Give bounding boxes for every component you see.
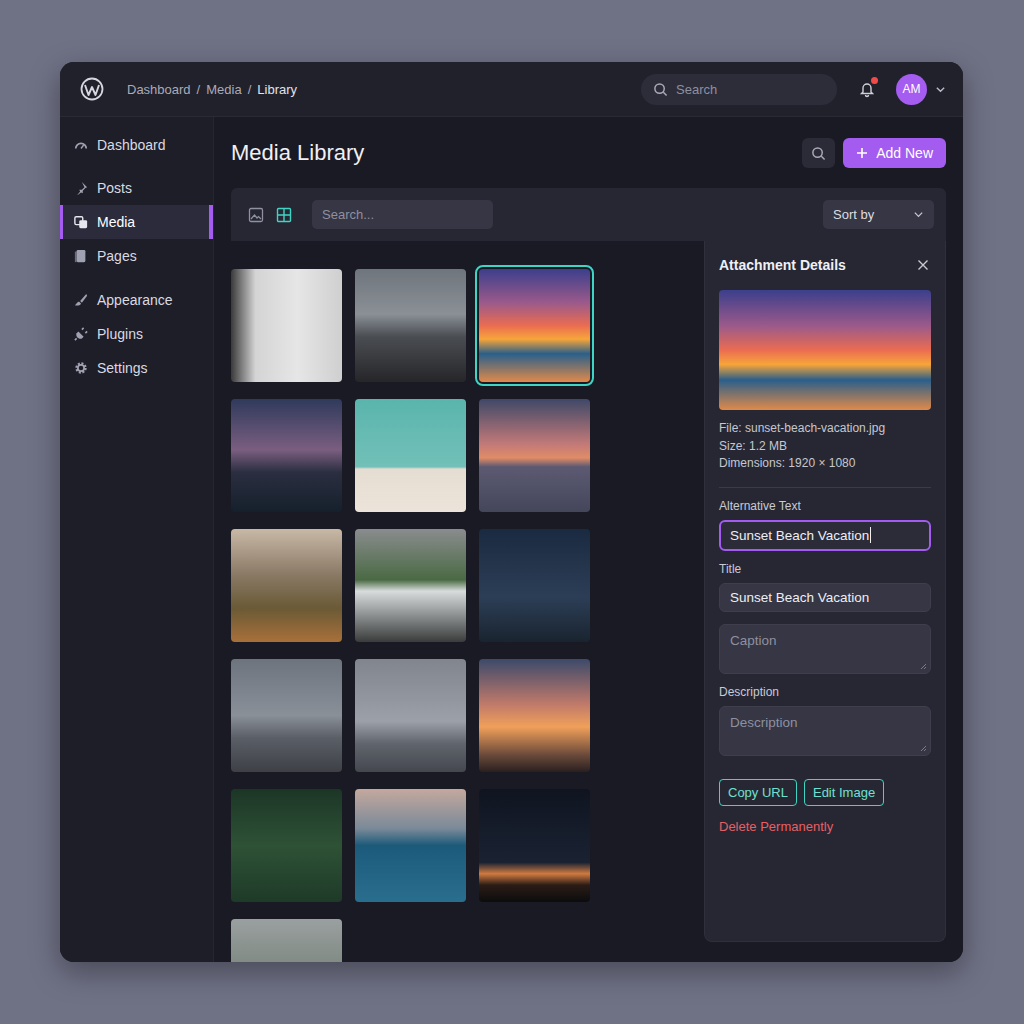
pin-icon bbox=[74, 181, 88, 195]
media-item[interactable] bbox=[231, 529, 342, 642]
plus-icon bbox=[856, 147, 868, 159]
breadcrumb: Dashboard / Media / Library bbox=[127, 82, 297, 97]
text-field[interactable]: Sunset Beach Vacation bbox=[719, 520, 931, 551]
media-search-input[interactable]: Search... bbox=[312, 200, 493, 229]
search-icon bbox=[653, 82, 668, 97]
search-button[interactable] bbox=[802, 138, 835, 168]
page-header: Media Library Add New bbox=[231, 138, 946, 168]
breadcrumb-item[interactable]: Dashboard bbox=[127, 82, 191, 97]
toolbar: Search... Sort by bbox=[231, 188, 946, 241]
sidebar-group: Posts Media Pages bbox=[60, 171, 213, 273]
wordpress-logo-icon[interactable] bbox=[80, 77, 104, 101]
gear-icon bbox=[74, 361, 88, 375]
sidebar-item[interactable]: Appearance bbox=[60, 283, 213, 317]
media-item[interactable] bbox=[479, 789, 590, 902]
sidebar-item[interactable]: Pages bbox=[60, 239, 213, 273]
text-caret bbox=[870, 527, 871, 543]
notifications-button[interactable] bbox=[859, 80, 875, 98]
media-item[interactable] bbox=[479, 529, 590, 642]
textarea-field[interactable]: Caption bbox=[719, 624, 931, 674]
sort-dropdown[interactable]: Sort by bbox=[823, 200, 934, 229]
media-item[interactable] bbox=[231, 269, 342, 382]
divider bbox=[719, 487, 931, 488]
text-field[interactable]: Sunset Beach Vacation bbox=[719, 583, 931, 612]
breadcrumb-item[interactable]: Media bbox=[206, 82, 241, 97]
grid-icon bbox=[276, 207, 292, 223]
media-item[interactable] bbox=[479, 399, 590, 512]
breadcrumb-separator: / bbox=[248, 82, 252, 97]
field-label: Title bbox=[719, 561, 931, 577]
sidebar-group: Appearance Plugins Settings bbox=[60, 283, 213, 385]
desktop: Dashboard / Media / Library Search AM Dash… bbox=[0, 0, 1024, 1024]
sidebar-item[interactable]: Media bbox=[60, 205, 213, 239]
media-item[interactable] bbox=[231, 789, 342, 902]
chevron-down-icon[interactable] bbox=[935, 84, 946, 95]
search-icon bbox=[811, 146, 826, 161]
user-avatar[interactable]: AM bbox=[896, 74, 927, 105]
media-item[interactable] bbox=[355, 659, 466, 772]
media-item[interactable] bbox=[231, 399, 342, 512]
field-label: Alternative Text bbox=[719, 498, 931, 514]
image-icon bbox=[248, 207, 264, 223]
sidebar: Dashboard Posts Media Pages Appearance P… bbox=[60, 117, 214, 962]
resize-grip-icon[interactable] bbox=[919, 662, 927, 670]
media-item[interactable] bbox=[355, 529, 466, 642]
top-bar: Dashboard / Media / Library Search AM bbox=[60, 62, 963, 117]
add-new-button[interactable]: Add New bbox=[843, 138, 946, 168]
attachment-details-panel: Attachment Details File: sunset-beach-va… bbox=[704, 241, 946, 942]
sidebar-item[interactable]: Plugins bbox=[60, 317, 213, 351]
sidebar-item[interactable]: Settings bbox=[60, 351, 213, 385]
media-grid bbox=[231, 269, 692, 962]
close-icon[interactable] bbox=[917, 259, 929, 271]
attachment-preview bbox=[719, 290, 931, 410]
breadcrumb-separator: / bbox=[197, 82, 201, 97]
media-item[interactable] bbox=[355, 269, 466, 382]
action-button[interactable]: Copy URL bbox=[719, 779, 797, 806]
resize-grip-icon[interactable] bbox=[919, 744, 927, 752]
file-info: File: sunset-beach-vacation.jpgSize: 1.2… bbox=[719, 420, 931, 473]
global-search[interactable]: Search bbox=[641, 74, 837, 105]
unread-badge bbox=[871, 77, 878, 84]
media-item[interactable] bbox=[355, 789, 466, 902]
dashboard-icon bbox=[74, 138, 88, 152]
media-item[interactable] bbox=[231, 919, 342, 962]
grid-view-button[interactable] bbox=[274, 205, 294, 225]
page-title: Media Library bbox=[231, 140, 364, 166]
media-library: Media Library Add New Search... Sort by … bbox=[214, 117, 963, 962]
media-item[interactable] bbox=[355, 399, 466, 512]
file-info-line: File: sunset-beach-vacation.jpg bbox=[719, 420, 931, 438]
field-label: Description bbox=[719, 684, 931, 700]
file-info-line: Dimensions: 1920 × 1080 bbox=[719, 455, 931, 473]
chevron-down-icon bbox=[913, 209, 924, 220]
sidebar-group: Dashboard bbox=[60, 128, 213, 162]
sidebar-item[interactable]: Posts bbox=[60, 171, 213, 205]
list-view-button[interactable] bbox=[246, 205, 266, 225]
plug-icon bbox=[74, 327, 88, 341]
breadcrumb-item[interactable]: Library bbox=[257, 82, 297, 97]
file-info-line: Size: 1.2 MB bbox=[719, 438, 931, 456]
pages-icon bbox=[74, 249, 88, 263]
delete-permanently-link[interactable]: Delete Permanently bbox=[719, 819, 931, 835]
panel-title: Attachment Details bbox=[719, 257, 846, 273]
brush-icon bbox=[74, 293, 88, 307]
sidebar-item[interactable]: Dashboard bbox=[60, 128, 213, 162]
media-icon bbox=[74, 215, 88, 229]
media-item[interactable] bbox=[231, 659, 342, 772]
media-item[interactable] bbox=[479, 659, 590, 772]
textarea-field[interactable]: Description bbox=[719, 706, 931, 756]
media-item[interactable] bbox=[479, 269, 590, 382]
action-button[interactable]: Edit Image bbox=[804, 779, 884, 806]
admin-window: Dashboard / Media / Library Search AM Dash… bbox=[60, 62, 963, 962]
